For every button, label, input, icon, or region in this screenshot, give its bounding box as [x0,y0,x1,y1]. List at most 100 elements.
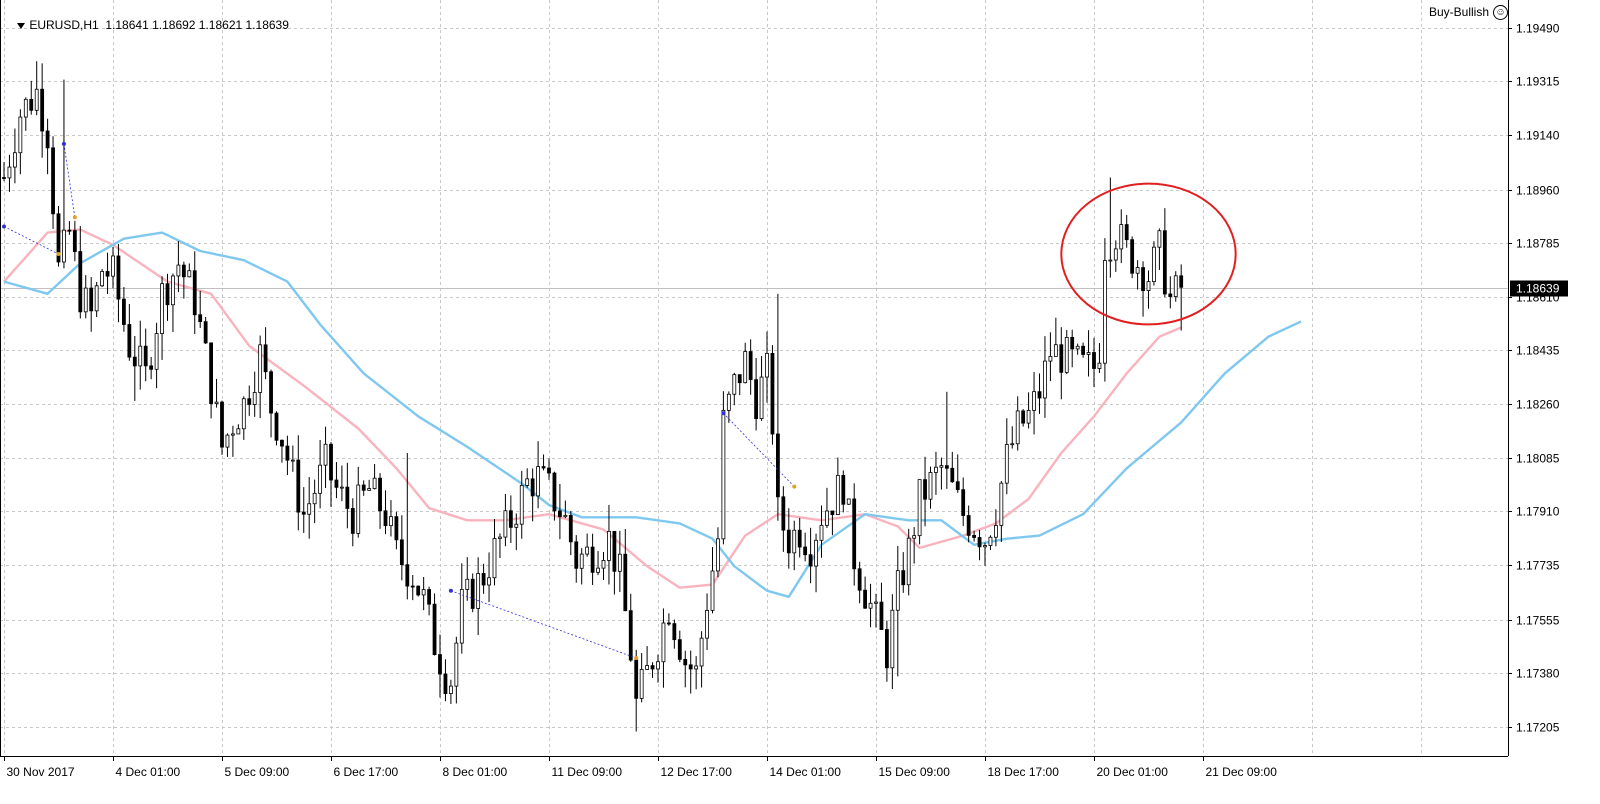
candle-bull [7,166,12,179]
candle-bear [885,629,889,669]
price-chart[interactable]: 1.19490 1.19315 1.19140 1.18960 1.18785 1.186… [0,0,1600,799]
y-tick-label: 1.17910 [1516,505,1560,519]
zigzag-point [56,252,61,257]
candle-bull [1152,246,1156,283]
candle-bear [405,564,410,587]
y-tick-label: 1.17735 [1516,559,1560,573]
candle-bear [754,379,758,420]
candle-bull [230,433,235,436]
candle-bull [1103,260,1107,364]
candle-bull [23,98,28,118]
candle-bull [1135,267,1140,274]
candle-bull [585,546,590,555]
candle-bear [296,459,301,513]
candle-bear [508,510,513,528]
dropdown-triangle-icon[interactable] [17,22,26,29]
candle-bear [203,321,208,344]
x-tick-label: 30 Nov 2017 [7,765,75,779]
candle-bull [792,529,797,554]
candle-bear [399,539,404,566]
y-tick-label: 1.18260 [1516,398,1560,412]
candle-bull [138,345,143,367]
candle-bear [247,398,252,405]
candle-bear [127,324,132,358]
y-tick-label: 1.18085 [1516,452,1560,466]
candle-bull [601,560,606,569]
candle-bull [225,434,230,448]
candle-bull [579,553,584,569]
candle-bear [879,601,884,630]
candle-bull [645,665,649,670]
candle-bear [803,546,808,556]
candle-bull [514,523,519,528]
y-tick-label: 1.17555 [1516,614,1560,628]
candle-bull [1173,275,1178,297]
candle-bear [808,554,813,567]
candle-bull [34,88,39,111]
candle-bull [906,537,911,586]
candle-bull [928,472,933,500]
candle-bear [334,479,339,488]
y-tick-label: 1.19140 [1516,129,1560,143]
y-tick-label: 1.17380 [1516,667,1560,681]
ohlc-values: 1.18641 1.18692 1.18621 1.18639 [105,18,289,32]
candle-bear [530,478,535,497]
candle-bear [672,623,677,641]
candle-bull [596,567,600,573]
candle-bull [487,577,491,586]
candle-bear [394,516,399,541]
candle-bear [1037,391,1042,399]
x-tick-label: 6 Dec 17:00 [334,765,399,779]
candle-bear [857,568,862,591]
candle-bear [737,374,742,384]
candle-bull [934,466,938,473]
y-tick-label: 1.19490 [1516,22,1560,36]
candle-bull [356,484,361,534]
candle-bull [699,637,704,667]
candle-bear [220,401,224,448]
candle-bull [498,536,502,539]
candle-bull [819,524,824,541]
candle-bear [1141,267,1145,292]
candle-bull [716,538,720,572]
candle-bear [1081,345,1085,355]
candle-bear [329,443,333,481]
candle-bull [214,401,219,404]
x-tick-label: 8 Dec 01:00 [443,765,508,779]
candle-bear [51,147,55,215]
candle-bull [372,477,377,489]
candle-bear [901,570,906,586]
candle-bear [1162,230,1167,295]
candle-bear [950,467,955,483]
candle-bear [966,515,971,536]
candle-bull [835,475,840,515]
candle-bull [656,661,660,670]
x-tick-label: 4 Dec 01:00 [116,765,181,779]
candle-bull [519,485,524,525]
candle-bull [307,503,312,515]
candle-bull [988,536,993,546]
candle-bull [939,465,944,468]
candle-bear [863,589,867,609]
chart-window[interactable]: 1.19490 1.19315 1.19140 1.18960 1.18785 1.186… [0,0,1600,799]
candle-bear [181,264,186,278]
candle-bear [45,130,50,149]
expert-advisor-label[interactable]: Buy-Bullish ☺ [1429,5,1508,21]
candle-bull [710,570,715,611]
candle-bull [732,374,737,395]
candle-bull [868,602,873,609]
candle-bull [339,486,344,489]
candle-bull [874,601,878,604]
candle-bear [29,98,34,111]
y-tick-label: 1.19315 [1516,75,1560,89]
candle-bull [525,478,530,486]
candle-bear [574,541,579,569]
candle-bull [1048,356,1053,362]
candle-bear [786,529,791,554]
candle-bull [726,393,731,411]
candle-bull [743,351,748,384]
candle-bear [830,510,835,515]
candle-bull [1010,443,1015,446]
x-tick-label: 11 Dec 09:00 [552,765,623,779]
candle-bear [1092,352,1096,369]
